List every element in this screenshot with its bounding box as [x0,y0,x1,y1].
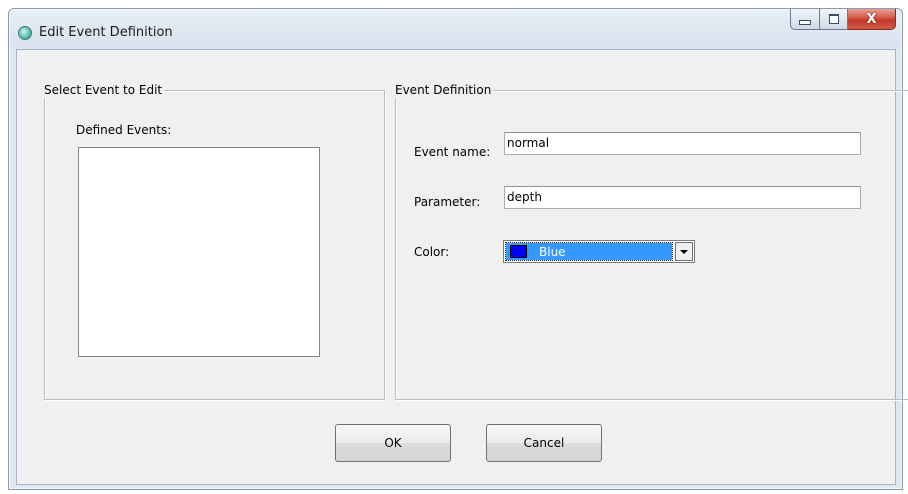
dialog-client-area: Select Event to Edit Defined Events: Eve… [16,49,908,485]
color-dropdown[interactable]: Blue [503,240,695,263]
select-event-group-title: Select Event to Edit [44,83,165,98]
event-name-input[interactable]: normal [504,132,861,155]
window-title: Edit Event Definition [39,25,173,40]
cancel-button[interactable]: Cancel [486,424,602,462]
color-swatch [510,245,527,258]
maximize-button[interactable] [820,9,848,30]
event-name-label: Event name: [414,145,491,159]
color-selected-item: Blue [505,242,673,261]
parameter-input[interactable]: depth [504,186,861,209]
color-selected-text: Blue [539,244,566,259]
title-bar[interactable]: Edit Event Definition X [9,9,902,49]
minimize-icon [799,19,811,25]
close-icon: X [866,11,877,27]
caption-buttons: X [790,9,896,31]
dialog-window: Edit Event Definition X Select Event to … [8,8,908,490]
parameter-label: Parameter: [414,195,481,209]
defined-events-label: Defined Events: [76,123,172,137]
event-definition-group-title: Event Definition [395,83,494,98]
defined-events-listbox[interactable] [78,147,320,357]
dropdown-arrow-button[interactable] [675,242,693,261]
color-label: Color: [414,245,450,259]
ok-button[interactable]: OK [335,424,451,462]
maximize-icon [828,14,839,24]
close-button[interactable]: X [848,9,896,30]
chevron-down-icon [680,249,688,254]
circle-app-icon [18,26,32,40]
minimize-button[interactable] [790,9,820,30]
